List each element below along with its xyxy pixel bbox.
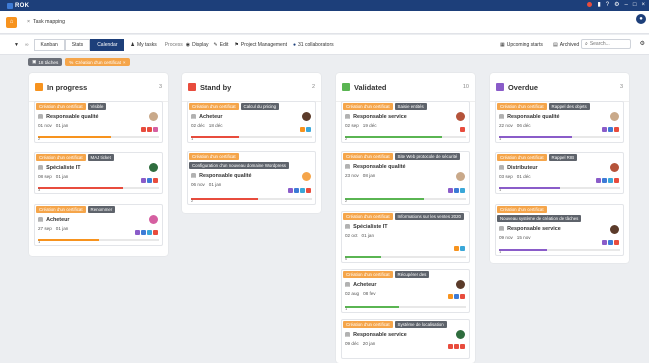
column-in-progress: In progress 3 Création d'un certificat Vi… — [29, 73, 168, 256]
view-kanban-button[interactable]: Kanban — [33, 38, 65, 51]
archive-icon: ▤ — [553, 41, 558, 48]
role-icon: ▤ — [38, 114, 44, 120]
task-card[interactable]: Création d'un certificat Visible ▤ Respons… — [34, 101, 163, 143]
role-icon: ▤ — [499, 165, 505, 171]
tag-icon: % — [69, 59, 74, 65]
role-icon: ▤ — [345, 164, 351, 170]
task-card[interactable]: Création d'un certificat Calcul du pricin… — [187, 101, 316, 143]
task-card[interactable]: Création d'un certificat Nouveau système … — [495, 204, 624, 256]
role-icon: ▤ — [345, 224, 351, 230]
eye-icon: ◉ — [185, 41, 191, 48]
minimize-icon[interactable]: – — [625, 2, 628, 8]
toolbar: ▼ ∞ Kanban Stats Calendar ♟ My tasks Proc… — [0, 35, 649, 55]
title-bar: ROK ▮ ? ⚙ – □ × — [0, 0, 649, 11]
role-icon: ▤ — [499, 226, 505, 232]
edit-button[interactable]: ✎ Edit — [214, 42, 229, 48]
search-icon: ⌕ — [585, 41, 588, 47]
notification-icon[interactable] — [587, 2, 593, 7]
filter-icon[interactable]: ▼ — [14, 42, 19, 48]
filter-bar: ▣ 18 tâches % Création d'un certificat × — [28, 58, 130, 66]
home-icon[interactable]: ⌂ — [6, 16, 17, 28]
task-card[interactable]: Création d'un certificat Rappel RIB ▤ Dist… — [495, 152, 624, 194]
avatar[interactable] — [456, 112, 465, 121]
column-header: In progress 3 — [29, 73, 168, 102]
certificate-filter-chip[interactable]: % Création d'un certificat × — [65, 58, 130, 66]
task-card[interactable]: Création d'un certificat Configuration d'… — [187, 151, 316, 205]
column-stand-by: Stand by 2 Création d'un certificat Calcu… — [182, 73, 321, 213]
task-card[interactable]: Création d'un certificat MAJ ticket ▤ Spéc… — [34, 152, 163, 194]
role-icon: ▤ — [191, 114, 197, 120]
search-input[interactable] — [589, 41, 630, 47]
avatar[interactable] — [456, 330, 465, 339]
display-button[interactable]: ◉ Display — [186, 42, 209, 48]
bell-icon[interactable]: ▮ — [597, 1, 600, 8]
settings-gear-icon[interactable]: ⚙ — [640, 40, 645, 47]
role-icon: ▤ — [345, 332, 351, 338]
task-card[interactable]: Création d'un certificat Site Web protoco… — [341, 151, 470, 205]
task-card[interactable]: Création d'un certificat Rappel des objet… — [495, 101, 624, 143]
calendar-icon: ▦ — [500, 41, 505, 48]
collaborators-button[interactable]: ● 31 collaborators — [293, 42, 334, 48]
task-card[interactable]: Création d'un certificat Informations sur… — [341, 211, 470, 263]
task-card[interactable]: Création d'un certificat Renommer ▤ Achete… — [34, 204, 163, 246]
user-icon: ♟ — [130, 41, 135, 48]
role-icon: ▤ — [345, 282, 351, 288]
stand-by-icon — [188, 83, 196, 91]
window-controls: ▮ ? ⚙ – □ × — [587, 1, 645, 8]
role-icon: ▤ — [499, 114, 505, 120]
search-box: ⌕ — [581, 39, 631, 49]
user-avatar[interactable]: ● — [636, 14, 646, 24]
role-icon: ▤ — [345, 114, 351, 120]
validated-icon — [342, 83, 350, 91]
close-icon[interactable]: × — [641, 2, 645, 8]
task-icon: ▣ — [32, 59, 37, 64]
avatar[interactable] — [610, 225, 619, 234]
my-tasks-button[interactable]: ♟ My tasks — [130, 42, 156, 48]
avatar[interactable] — [456, 280, 465, 289]
role-icon: ▤ — [38, 217, 44, 223]
task-count-chip[interactable]: ▣ 18 tâches — [28, 58, 63, 66]
link-icon[interactable]: ∞ — [25, 42, 29, 48]
avatar[interactable] — [149, 215, 158, 224]
archived-button[interactable]: ▤ Archived — [553, 42, 579, 48]
flag-icon: ⚑ — [234, 41, 239, 48]
avatar[interactable] — [610, 112, 619, 121]
task-card[interactable]: Création d'un certificat Récupérer des ▤ A… — [341, 269, 470, 313]
task-card[interactable]: Création d'un certificat Système de local… — [341, 319, 470, 359]
avatar[interactable] — [149, 163, 158, 172]
column-header: Validated 10 — [336, 73, 475, 102]
overdue-icon — [496, 83, 504, 91]
project-button[interactable]: ⚑ Project Management — [234, 42, 287, 48]
view-stats-button[interactable]: Stats — [64, 38, 91, 51]
help-icon[interactable]: ? — [606, 2, 609, 8]
avatar[interactable] — [149, 112, 158, 121]
close-tab-icon[interactable]: × — [27, 19, 30, 25]
view-calendar-button[interactable]: Calendar — [90, 38, 125, 51]
maximize-icon[interactable]: □ — [633, 2, 637, 8]
upcoming-starts-button[interactable]: ▦ Upcoming starts — [500, 42, 543, 48]
in-progress-icon — [35, 83, 43, 91]
edit-icon: ✎ — [213, 41, 218, 48]
avatar[interactable] — [610, 163, 619, 172]
column-header: Overdue 3 — [490, 73, 629, 102]
column-overdue: Overdue 3 Création d'un certificat Rappel… — [490, 73, 629, 263]
tab-task-mapping[interactable]: × Task mapping — [27, 19, 65, 25]
app-logo: ROK — [7, 2, 29, 9]
process-label: Process — [164, 41, 183, 48]
task-card[interactable]: Création d'un certificat Saisie entités ▤… — [341, 101, 470, 143]
avatar[interactable] — [456, 172, 465, 181]
settings-icon[interactable]: ⚙ — [614, 1, 619, 8]
column-validated: Validated 10 Création d'un certificat Sai… — [336, 73, 475, 363]
column-header: Stand by 2 — [182, 73, 321, 102]
avatar[interactable] — [302, 112, 311, 121]
view-switcher: Kanban Stats Calendar — [33, 38, 125, 51]
people-icon: ● — [293, 41, 297, 48]
tab-bar: ⌂ × Task mapping ● — [0, 11, 649, 34]
remove-filter-icon[interactable]: × — [123, 60, 126, 65]
role-icon: ▤ — [38, 165, 44, 171]
avatar[interactable] — [302, 172, 311, 181]
role-icon: ▤ — [191, 173, 197, 179]
